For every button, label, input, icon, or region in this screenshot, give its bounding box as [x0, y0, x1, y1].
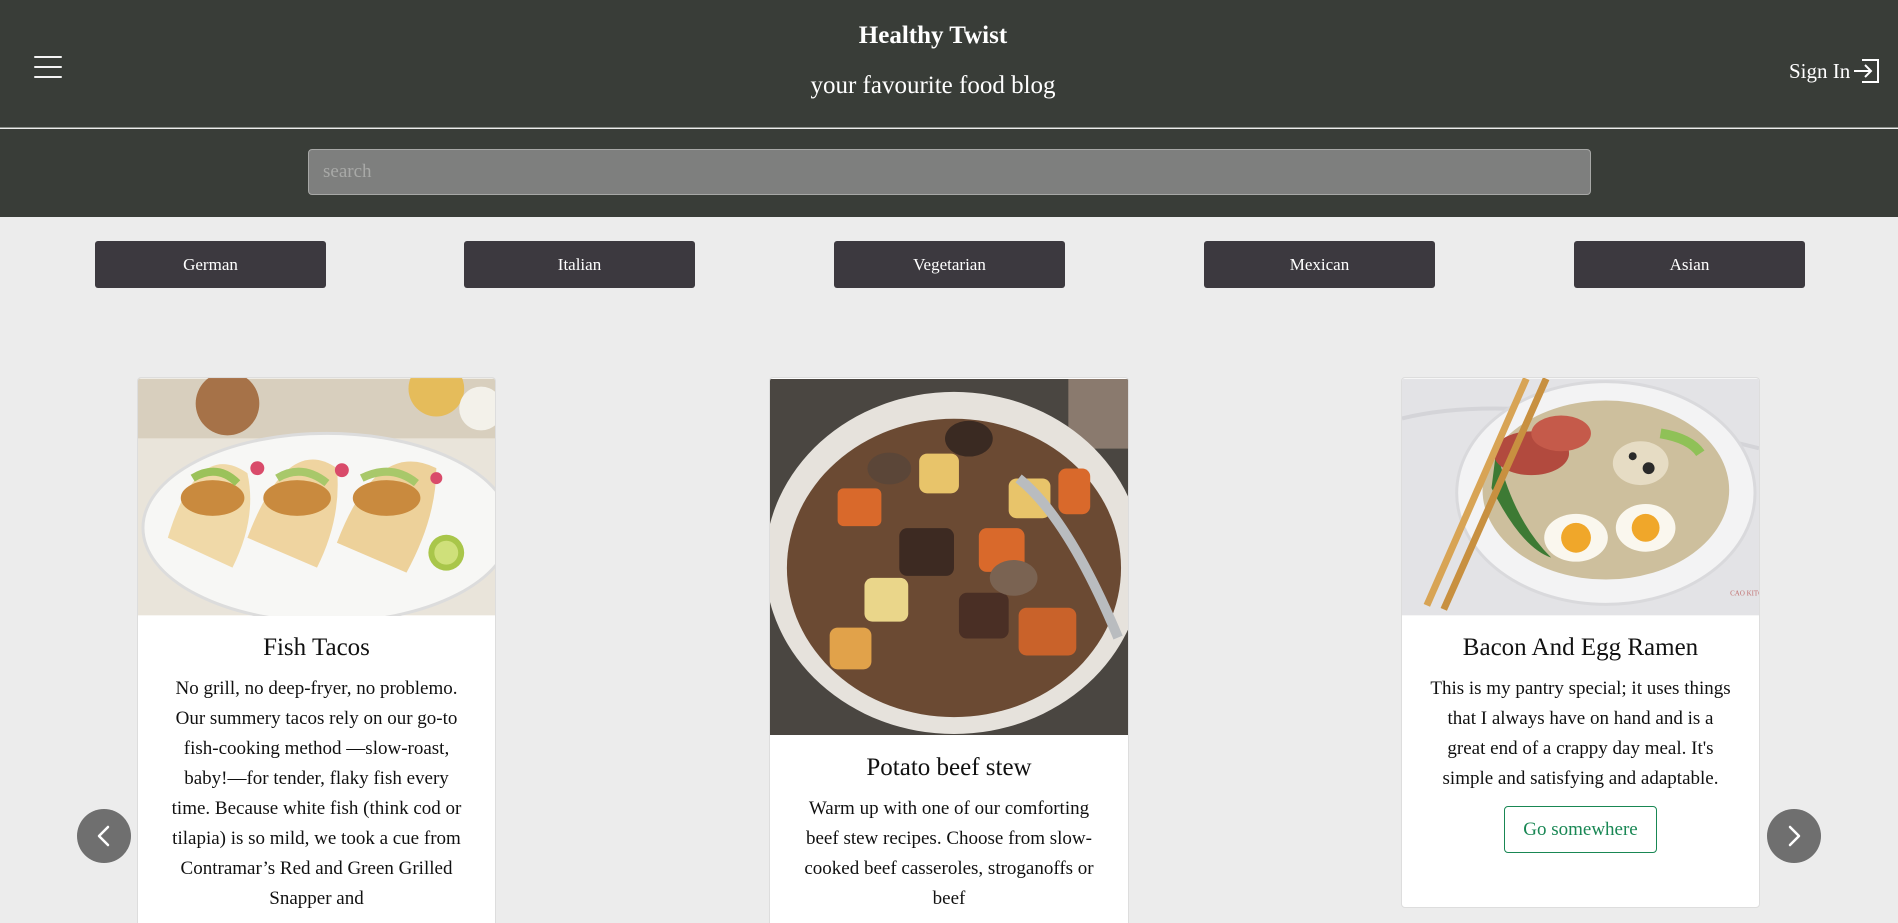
- potato-beef-stew-image: [770, 378, 1128, 736]
- bacon-egg-ramen-image: CAO KITCHEN: [1402, 378, 1759, 616]
- search-bar: [0, 129, 1898, 217]
- carousel-next-button[interactable]: [1767, 809, 1821, 863]
- site-subtitle: your favourite food blog: [810, 72, 1056, 99]
- search-input[interactable]: [308, 149, 1591, 195]
- card-description: No grill, no deep-fryer, no problemo. Ou…: [171, 678, 462, 909]
- category-asian-button[interactable]: Asian: [1574, 241, 1805, 288]
- card-description: This is my pantry special; it uses thing…: [1430, 678, 1731, 789]
- card-title: Bacon And Egg Ramen: [1462, 634, 1699, 661]
- card-description: Warm up with one of our comforting beef …: [804, 798, 1094, 909]
- chevron-right-icon: [1788, 825, 1801, 847]
- sign-in-label: Sign In: [1789, 58, 1851, 83]
- card-title: Fish Tacos: [263, 634, 370, 661]
- chevron-left-icon: [97, 825, 110, 847]
- category-italian-button[interactable]: Italian: [464, 241, 695, 288]
- category-mexican-button[interactable]: Mexican: [1204, 241, 1435, 288]
- fish-tacos-image: [138, 378, 495, 616]
- sign-in-button[interactable]: Sign In: [1789, 56, 1882, 86]
- watermark-text: CAO KITCHEN: [1730, 589, 1759, 597]
- recipe-card-bacon-egg-ramen: CAO KITCHEN Bacon And Egg Ramen This is …: [1401, 377, 1760, 908]
- carousel-prev-button[interactable]: [77, 809, 131, 863]
- recipe-card-fish-tacos: Fish Tacos No grill, no deep-fryer, no p…: [137, 377, 496, 923]
- category-vegetarian-button[interactable]: Vegetarian: [834, 241, 1065, 288]
- recipe-card-potato-beef-stew: Potato beef stew Warm up with one of our…: [769, 377, 1129, 923]
- go-somewhere-button[interactable]: Go somewhere: [1504, 806, 1657, 853]
- category-german-button[interactable]: German: [95, 241, 326, 288]
- sign-in-icon: [1854, 59, 1880, 83]
- card-title: Potato beef stew: [866, 754, 1032, 781]
- site-title: Healthy Twist: [858, 22, 1008, 49]
- top-header: Healthy Twist your favourite food blog S…: [0, 0, 1898, 128]
